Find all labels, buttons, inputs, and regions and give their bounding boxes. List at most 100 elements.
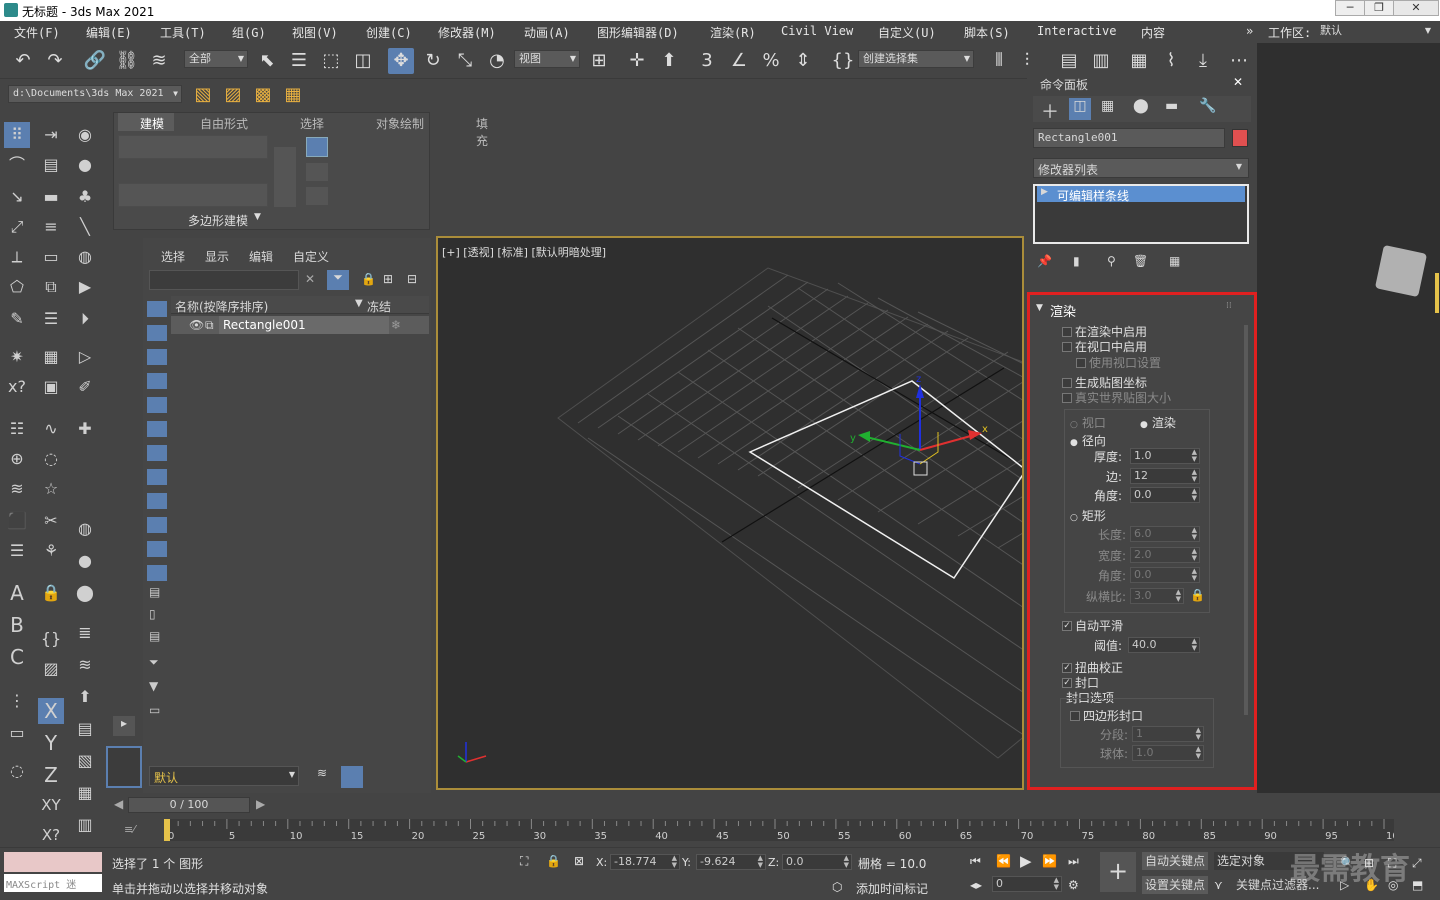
freeze-icon[interactable]: ❄ bbox=[391, 318, 401, 332]
layer-color-icon[interactable]: ▥ bbox=[72, 812, 98, 838]
hidden-filter-icon[interactable] bbox=[147, 565, 167, 581]
selection-set-dropdown[interactable]: 创建选择集 ▼ bbox=[858, 50, 974, 68]
workspace-dropdown[interactable]: 默认 ▼ bbox=[1316, 23, 1434, 41]
stack-item[interactable]: ▶ 可编辑样条线 bbox=[1037, 186, 1245, 203]
xyz-help-icon[interactable]: x? bbox=[4, 374, 30, 400]
filter-funnel2-icon[interactable]: ▼ bbox=[149, 679, 158, 693]
modify-tab-icon[interactable]: ◫ bbox=[1069, 98, 1091, 120]
undo-icon[interactable]: ↶ bbox=[10, 48, 36, 74]
frame-icon[interactable]: ▶ bbox=[72, 274, 98, 300]
abs-mode-icon[interactable]: ⊠ bbox=[574, 854, 584, 868]
import-icon[interactable]: ⇥ bbox=[38, 122, 64, 148]
key-filter-icon[interactable]: ⋎ bbox=[1214, 878, 1223, 892]
layer-box-icon[interactable]: ▭ bbox=[149, 703, 160, 717]
angle-spinner[interactable]: 0.0 ▲ ▼ bbox=[1130, 487, 1200, 503]
ribbon-tab-modeling[interactable]: 建模 bbox=[140, 115, 164, 132]
menu-interactive[interactable]: Interactive bbox=[1037, 24, 1116, 38]
keyboard-shortcut-icon[interactable]: ⬆ bbox=[656, 48, 682, 74]
goto-end-icon[interactable]: ⏭ bbox=[1068, 854, 1079, 869]
project-settings-icon[interactable]: ▦ bbox=[280, 82, 306, 108]
sphere-spinner[interactable]: 1.0 ▲ ▼ bbox=[1132, 745, 1204, 761]
select-by-name-icon[interactable]: ☰ bbox=[286, 48, 312, 74]
radio-viewport[interactable]: ○ 视口 bbox=[1070, 414, 1106, 431]
plus-cross-icon[interactable]: ✚ bbox=[72, 416, 98, 442]
menu-edit[interactable]: 编辑(E) bbox=[86, 24, 132, 41]
spinner-arrows-icon[interactable]: ▲ ▼ bbox=[1196, 746, 1201, 760]
project-structure-icon[interactable]: ▩ bbox=[250, 82, 276, 108]
spinner-arrows-icon[interactable]: ▲ ▼ bbox=[672, 855, 677, 869]
key-mode-icon[interactable]: ◂▸ bbox=[970, 878, 982, 892]
globe-icon[interactable]: ◍ bbox=[72, 244, 98, 270]
ramp-icon[interactable]: ▷ bbox=[72, 344, 98, 370]
real-world-checkbox[interactable]: 真实世界贴图大小 bbox=[1062, 389, 1171, 406]
wand-icon[interactable]: ⚘ bbox=[38, 538, 64, 564]
container-icon[interactable]: ▭ bbox=[38, 244, 64, 270]
x-coord-field[interactable]: -18.774 ▲ ▼ bbox=[610, 854, 680, 870]
axis-xyz-icon[interactable]: ⋮ bbox=[4, 688, 30, 714]
make-unique-icon[interactable]: ⚲ bbox=[1107, 254, 1116, 268]
playback-icon[interactable]: ⏵ bbox=[72, 306, 98, 332]
spinner-arrows-icon[interactable]: ▲ ▼ bbox=[1176, 589, 1181, 603]
menu-civil-view[interactable]: Civil View bbox=[781, 24, 853, 38]
time-tag-icon[interactable]: ⬡ bbox=[832, 880, 842, 894]
ruler-icon[interactable]: ▭ bbox=[4, 720, 30, 746]
cameras-filter-icon[interactable] bbox=[147, 373, 167, 389]
width-spinner[interactable]: 2.0 ▲ ▼ bbox=[1130, 547, 1200, 563]
scene-explorer-toggle-icon[interactable] bbox=[341, 766, 363, 788]
utilities-tab-icon[interactable]: 🔧 bbox=[1199, 98, 1216, 114]
ribbon-option2-icon[interactable] bbox=[306, 187, 328, 205]
menu-overflow-icon[interactable]: » bbox=[1246, 24, 1253, 38]
maxscript-listener-input[interactable] bbox=[4, 852, 102, 872]
menu-animation[interactable]: 动画(A) bbox=[524, 24, 570, 41]
select-move-icon[interactable]: ✥ bbox=[388, 48, 414, 74]
pin-stack-icon[interactable]: 📌 bbox=[1037, 254, 1052, 268]
add-time-tag[interactable]: 添加时间标记 bbox=[856, 880, 928, 897]
select-rotate-icon[interactable]: ↻ bbox=[420, 48, 446, 74]
sort-desc-icon[interactable]: ▼ bbox=[355, 298, 363, 309]
percent-snap-icon[interactable]: % bbox=[758, 48, 784, 74]
link-icon[interactable]: 🔗 bbox=[82, 48, 108, 74]
eye-icon[interactable]: 👁 bbox=[189, 318, 204, 332]
play-icon[interactable]: ▶ bbox=[1020, 852, 1032, 870]
close-panel-icon[interactable]: ✕ bbox=[1233, 75, 1243, 89]
ref-coord-dropdown[interactable]: 视图 ▼ bbox=[514, 50, 580, 68]
axis-x-icon[interactable]: X bbox=[38, 698, 64, 724]
spinner-arrows-icon[interactable]: ▲ ▼ bbox=[1192, 638, 1197, 652]
spinner-arrows-icon[interactable]: ▲ ▼ bbox=[1192, 488, 1197, 502]
se-col-name[interactable]: 名称(按降序排序) bbox=[175, 298, 268, 315]
edit-named-sets-icon[interactable]: {} bbox=[830, 48, 856, 74]
object-color-swatch[interactable] bbox=[1232, 129, 1248, 147]
screen-capture-icon[interactable]: ◉ bbox=[72, 122, 98, 148]
text-b-icon[interactable]: B bbox=[4, 612, 30, 638]
lock-aspect-icon[interactable]: 🔒 bbox=[1190, 588, 1205, 602]
menu-graph-editors[interactable]: 图形编辑器(D) bbox=[597, 24, 679, 41]
geometry-filter-icon[interactable] bbox=[147, 301, 167, 317]
swirl-icon[interactable]: ◌ bbox=[38, 446, 64, 472]
ribbon-panel-label[interactable]: 多边形建模 bbox=[188, 212, 248, 229]
ribbon-tab-selection[interactable]: 选择 bbox=[300, 115, 324, 132]
spinner-arrows-icon[interactable]: ▲ ▼ bbox=[1196, 727, 1201, 741]
viewcube-icon[interactable] bbox=[1374, 244, 1428, 298]
spinner-arrows-icon[interactable]: ▲ ▼ bbox=[844, 855, 849, 869]
project-path-dropdown[interactable]: d:\Documents\3ds Max 2021 ▼ bbox=[8, 85, 182, 103]
expand-arrow-icon[interactable]: ▸ bbox=[113, 716, 135, 736]
attach-icon[interactable]: ▬ bbox=[38, 184, 64, 210]
display-tab-icon[interactable]: ▬ bbox=[1165, 98, 1178, 114]
braces-icon[interactable]: {} bbox=[38, 626, 64, 652]
z-coord-field[interactable]: 0.0 ▲ ▼ bbox=[782, 854, 852, 870]
clear-search-icon[interactable]: ✕ bbox=[305, 272, 315, 286]
selection-filter-dropdown[interactable]: 全部 ▼ bbox=[184, 50, 248, 68]
set-key-button[interactable]: 设置关键点 bbox=[1142, 876, 1208, 894]
menu-view[interactable]: 视图(V) bbox=[292, 24, 338, 41]
sides-spinner[interactable]: 12 ▲ ▼ bbox=[1130, 468, 1200, 484]
add-layer-icon[interactable]: ⊕ bbox=[4, 446, 30, 472]
measure-icon[interactable]: ⤢ bbox=[4, 214, 30, 240]
shapes-filter-icon[interactable] bbox=[147, 325, 167, 341]
filter-funnel-icon[interactable]: ⏷ bbox=[149, 655, 159, 670]
invert-display-icon[interactable]: ▤ bbox=[149, 629, 160, 643]
close-window-button[interactable]: ✕ bbox=[1393, 0, 1439, 16]
se-tab-edit[interactable]: 编辑 bbox=[249, 248, 273, 265]
select-object-icon[interactable]: ⬉ bbox=[254, 48, 280, 74]
snap-point-icon[interactable]: ⟂ bbox=[4, 244, 30, 270]
table-row[interactable]: 👁 ⧉ Rectangle001 ❄ bbox=[171, 316, 429, 334]
